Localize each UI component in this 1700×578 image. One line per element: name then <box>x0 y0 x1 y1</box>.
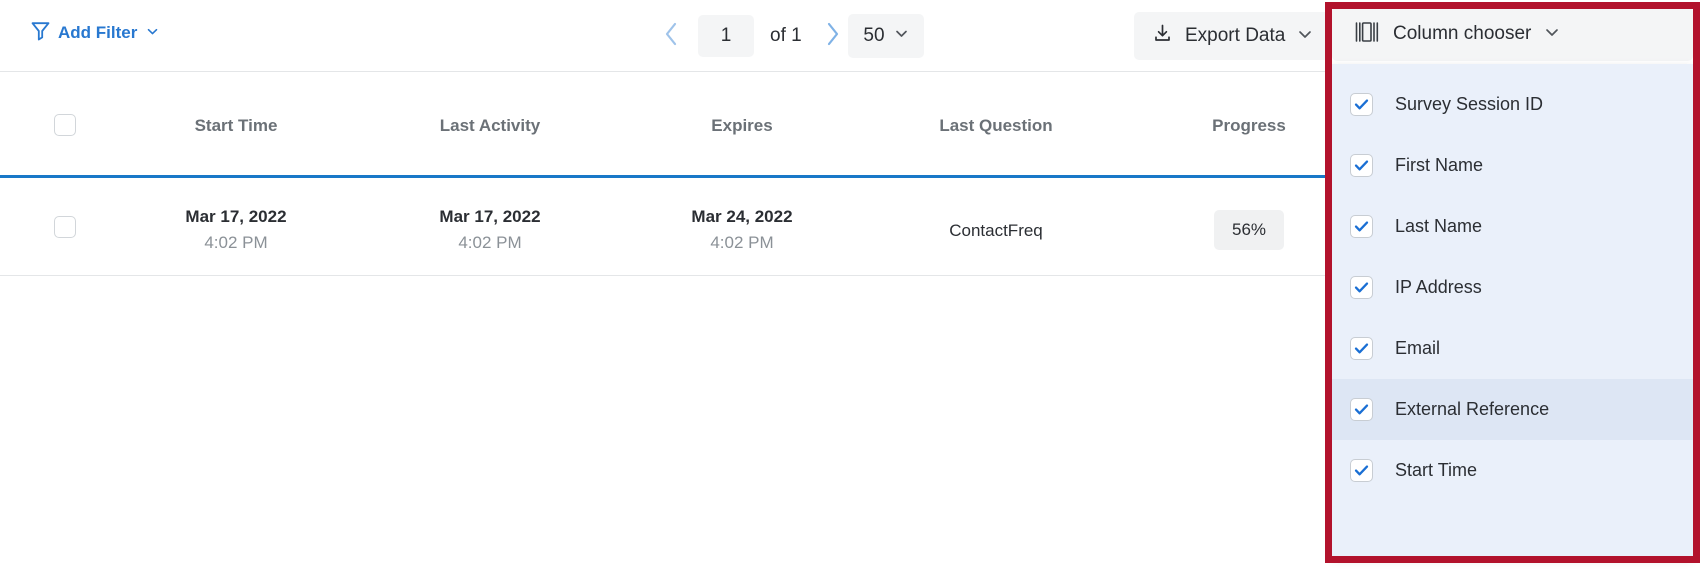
column-option-first-name[interactable]: First Name <box>1332 135 1693 196</box>
download-icon <box>1152 23 1173 49</box>
column-option-survey-session-id[interactable]: Survey Session ID <box>1332 74 1693 135</box>
columns-icon <box>1354 21 1380 48</box>
last-activity-date: Mar 17, 2022 <box>410 204 570 230</box>
row-select-checkbox[interactable] <box>54 216 76 238</box>
checkbox-checked-icon[interactable] <box>1350 276 1373 299</box>
chevron-right-icon <box>823 21 842 52</box>
column-option-email[interactable]: Email <box>1332 318 1693 379</box>
select-all-checkbox[interactable] <box>54 114 76 136</box>
data-table-screen: Add Filter of 1 <box>0 0 1700 578</box>
column-option-label: Last Name <box>1395 216 1482 237</box>
column-option-label: Email <box>1395 338 1440 359</box>
column-option-last-name[interactable]: Last Name <box>1332 196 1693 257</box>
page-size-value: 50 <box>863 25 884 47</box>
column-option-label: Start Time <box>1395 460 1477 481</box>
checkbox-checked-icon[interactable] <box>1350 93 1373 116</box>
export-data-button[interactable]: Export Data <box>1134 12 1331 60</box>
column-option-label: External Reference <box>1395 399 1549 420</box>
column-chooser-label: Column chooser <box>1393 23 1531 45</box>
add-filter-label: Add Filter <box>58 23 137 43</box>
column-chooser-list: Survey Session ID First Name Last Name <box>1332 64 1693 557</box>
column-option-label: First Name <box>1395 155 1483 176</box>
start-time-time: 4:02 PM <box>156 230 316 256</box>
cell-expires: Mar 24, 2022 4:02 PM <box>662 204 822 256</box>
page-size-select[interactable]: 50 <box>848 14 924 58</box>
column-header-progress[interactable]: Progress <box>1168 116 1330 136</box>
cell-last-activity: Mar 17, 2022 4:02 PM <box>410 204 570 256</box>
checkbox-checked-icon[interactable] <box>1350 154 1373 177</box>
chevron-down-icon <box>1297 26 1313 47</box>
checkbox-checked-icon[interactable] <box>1350 337 1373 360</box>
chevron-left-icon <box>662 21 681 52</box>
column-header-start-time[interactable]: Start Time <box>156 116 316 136</box>
funnel-icon <box>30 20 51 46</box>
column-option-ip-address[interactable]: IP Address <box>1332 257 1693 318</box>
previous-page-button[interactable] <box>650 14 692 58</box>
last-question-value: ContactFreq <box>915 218 1077 244</box>
column-chooser: Column chooser Survey Session ID <box>1325 0 1700 564</box>
column-option-external-reference[interactable]: External Reference <box>1332 379 1693 440</box>
start-time-date: Mar 17, 2022 <box>156 204 316 230</box>
add-filter-button[interactable]: Add Filter <box>30 20 159 46</box>
chevron-down-icon <box>1544 24 1560 45</box>
expires-date: Mar 24, 2022 <box>662 204 822 230</box>
export-data-label: Export Data <box>1185 25 1285 47</box>
page-number-input[interactable] <box>698 15 754 57</box>
column-option-label: IP Address <box>1395 277 1482 298</box>
cell-start-time: Mar 17, 2022 4:02 PM <box>156 204 316 256</box>
checkbox-checked-icon[interactable] <box>1350 459 1373 482</box>
checkbox-checked-icon[interactable] <box>1350 398 1373 421</box>
page-total-label: of 1 <box>760 25 812 47</box>
column-chooser-button[interactable]: Column chooser <box>1332 7 1693 61</box>
progress-badge: 56% <box>1214 210 1284 250</box>
column-header-last-activity[interactable]: Last Activity <box>410 116 570 136</box>
column-header-expires[interactable]: Expires <box>662 116 822 136</box>
pagination: of 1 <box>650 14 854 58</box>
checkbox-checked-icon[interactable] <box>1350 215 1373 238</box>
expires-time: 4:02 PM <box>662 230 822 256</box>
column-header-last-question[interactable]: Last Question <box>915 116 1077 136</box>
cell-last-question: ContactFreq <box>915 218 1077 244</box>
chevron-down-icon <box>894 26 909 46</box>
chevron-down-icon <box>146 23 159 43</box>
column-option-start-time[interactable]: Start Time <box>1332 440 1693 501</box>
last-activity-time: 4:02 PM <box>410 230 570 256</box>
column-option-label: Survey Session ID <box>1395 94 1543 115</box>
